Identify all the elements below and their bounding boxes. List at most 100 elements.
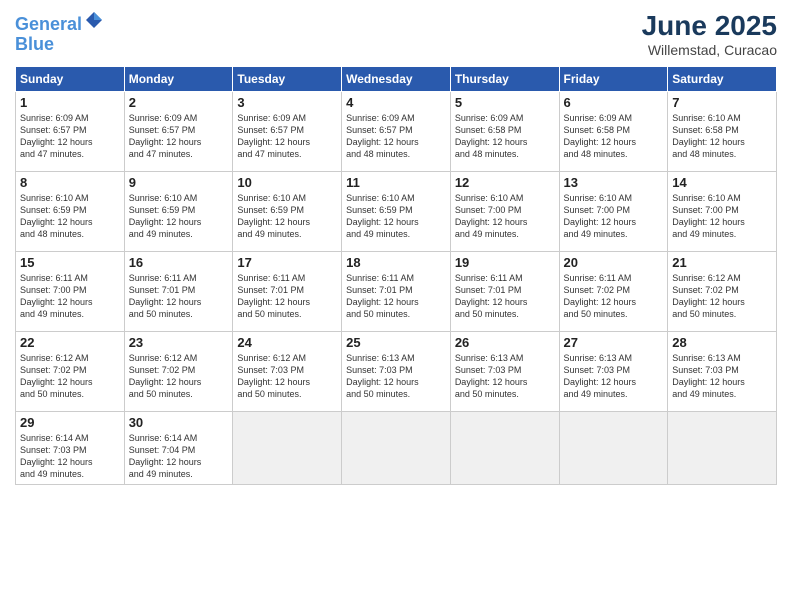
day-info: Sunrise: 6:10 AMSunset: 7:00 PMDaylight:… xyxy=(455,192,555,241)
day-number: 11 xyxy=(346,175,446,190)
table-row: 11 Sunrise: 6:10 AMSunset: 6:59 PMDayligh… xyxy=(342,172,451,252)
table-row: 22 Sunrise: 6:12 AMSunset: 7:02 PMDayligh… xyxy=(16,332,125,412)
day-info: Sunrise: 6:12 AMSunset: 7:02 PMDaylight:… xyxy=(20,352,120,401)
day-info: Sunrise: 6:13 AMSunset: 7:03 PMDaylight:… xyxy=(455,352,555,401)
day-info: Sunrise: 6:09 AMSunset: 6:57 PMDaylight:… xyxy=(346,112,446,161)
day-number: 21 xyxy=(672,255,772,270)
day-info: Sunrise: 6:11 AMSunset: 7:01 PMDaylight:… xyxy=(129,272,229,321)
table-row: 13 Sunrise: 6:10 AMSunset: 7:00 PMDayligh… xyxy=(559,172,668,252)
day-info: Sunrise: 6:11 AMSunset: 7:01 PMDaylight:… xyxy=(455,272,555,321)
day-info: Sunrise: 6:13 AMSunset: 7:03 PMDaylight:… xyxy=(564,352,664,401)
day-info: Sunrise: 6:10 AMSunset: 7:00 PMDaylight:… xyxy=(564,192,664,241)
day-info: Sunrise: 6:13 AMSunset: 7:03 PMDaylight:… xyxy=(346,352,446,401)
table-row: 8 Sunrise: 6:10 AMSunset: 6:59 PMDaylight… xyxy=(16,172,125,252)
day-number: 22 xyxy=(20,335,120,350)
day-number: 26 xyxy=(455,335,555,350)
table-row: 27 Sunrise: 6:13 AMSunset: 7:03 PMDayligh… xyxy=(559,332,668,412)
day-number: 1 xyxy=(20,95,120,110)
col-friday: Friday xyxy=(559,67,668,92)
table-row: 19 Sunrise: 6:11 AMSunset: 7:01 PMDayligh… xyxy=(450,252,559,332)
table-row: 14 Sunrise: 6:10 AMSunset: 7:00 PMDayligh… xyxy=(668,172,777,252)
day-number: 17 xyxy=(237,255,337,270)
day-number: 24 xyxy=(237,335,337,350)
logo-blue: Blue xyxy=(15,35,104,55)
day-info: Sunrise: 6:10 AMSunset: 7:00 PMDaylight:… xyxy=(672,192,772,241)
table-row: 24 Sunrise: 6:12 AMSunset: 7:03 PMDayligh… xyxy=(233,332,342,412)
col-thursday: Thursday xyxy=(450,67,559,92)
table-row xyxy=(233,412,342,485)
logo-text: General xyxy=(15,10,104,35)
day-info: Sunrise: 6:13 AMSunset: 7:03 PMDaylight:… xyxy=(672,352,772,401)
day-number: 13 xyxy=(564,175,664,190)
day-number: 9 xyxy=(129,175,229,190)
table-row: 29Sunrise: 6:14 AMSunset: 7:03 PMDayligh… xyxy=(16,412,125,485)
table-row xyxy=(668,412,777,485)
table-row: 18 Sunrise: 6:11 AMSunset: 7:01 PMDayligh… xyxy=(342,252,451,332)
month-title: June 2025 xyxy=(642,10,777,42)
table-row: 15Sunrise: 6:11 AMSunset: 7:00 PMDayligh… xyxy=(16,252,125,332)
table-row: 9 Sunrise: 6:10 AMSunset: 6:59 PMDaylight… xyxy=(124,172,233,252)
day-number: 20 xyxy=(564,255,664,270)
day-info: Sunrise: 6:11 AMSunset: 7:00 PMDaylight:… xyxy=(20,272,120,321)
table-row: 17 Sunrise: 6:11 AMSunset: 7:01 PMDayligh… xyxy=(233,252,342,332)
table-row: 28 Sunrise: 6:13 AMSunset: 7:03 PMDayligh… xyxy=(668,332,777,412)
table-row xyxy=(450,412,559,485)
calendar-header-row: Sunday Monday Tuesday Wednesday Thursday… xyxy=(16,67,777,92)
day-number: 14 xyxy=(672,175,772,190)
table-row xyxy=(342,412,451,485)
table-row: 26 Sunrise: 6:13 AMSunset: 7:03 PMDayligh… xyxy=(450,332,559,412)
logo-general: General xyxy=(15,14,82,34)
day-info: Sunrise: 6:14 AMSunset: 7:04 PMDaylight:… xyxy=(129,432,229,481)
day-number: 19 xyxy=(455,255,555,270)
logo-icon xyxy=(84,10,104,30)
day-info: Sunrise: 6:12 AMSunset: 7:03 PMDaylight:… xyxy=(237,352,337,401)
day-info: Sunrise: 6:10 AMSunset: 6:59 PMDaylight:… xyxy=(237,192,337,241)
table-row: 6 Sunrise: 6:09 AMSunset: 6:58 PMDaylight… xyxy=(559,92,668,172)
day-number: 23 xyxy=(129,335,229,350)
table-row: 10 Sunrise: 6:10 AMSunset: 6:59 PMDayligh… xyxy=(233,172,342,252)
table-row: 20 Sunrise: 6:11 AMSunset: 7:02 PMDayligh… xyxy=(559,252,668,332)
table-row: 2 Sunrise: 6:09 AMSunset: 6:57 PMDaylight… xyxy=(124,92,233,172)
day-number: 28 xyxy=(672,335,772,350)
table-row: 7 Sunrise: 6:10 AMSunset: 6:58 PMDaylight… xyxy=(668,92,777,172)
day-number: 6 xyxy=(564,95,664,110)
day-number: 10 xyxy=(237,175,337,190)
day-info: Sunrise: 6:09 AMSunset: 6:58 PMDaylight:… xyxy=(455,112,555,161)
table-row: 1Sunrise: 6:09 AMSunset: 6:57 PMDaylight… xyxy=(16,92,125,172)
header: General Blue June 2025 Willemstad, Curac… xyxy=(15,10,777,58)
day-info: Sunrise: 6:09 AMSunset: 6:57 PMDaylight:… xyxy=(129,112,229,161)
day-number: 7 xyxy=(672,95,772,110)
day-info: Sunrise: 6:10 AMSunset: 6:58 PMDaylight:… xyxy=(672,112,772,161)
day-info: Sunrise: 6:10 AMSunset: 6:59 PMDaylight:… xyxy=(129,192,229,241)
day-info: Sunrise: 6:11 AMSunset: 7:01 PMDaylight:… xyxy=(237,272,337,321)
day-info: Sunrise: 6:09 AMSunset: 6:58 PMDaylight:… xyxy=(564,112,664,161)
table-row: 25 Sunrise: 6:13 AMSunset: 7:03 PMDayligh… xyxy=(342,332,451,412)
logo: General Blue xyxy=(15,10,104,55)
calendar-table: Sunday Monday Tuesday Wednesday Thursday… xyxy=(15,66,777,485)
table-row: 3 Sunrise: 6:09 AMSunset: 6:57 PMDaylight… xyxy=(233,92,342,172)
day-number: 27 xyxy=(564,335,664,350)
day-info: Sunrise: 6:09 AMSunset: 6:57 PMDaylight:… xyxy=(237,112,337,161)
day-number: 25 xyxy=(346,335,446,350)
table-row xyxy=(559,412,668,485)
title-block: June 2025 Willemstad, Curacao xyxy=(642,10,777,58)
table-row: 16 Sunrise: 6:11 AMSunset: 7:01 PMDayligh… xyxy=(124,252,233,332)
day-number: 2 xyxy=(129,95,229,110)
day-number: 16 xyxy=(129,255,229,270)
day-number: 5 xyxy=(455,95,555,110)
day-info: Sunrise: 6:10 AMSunset: 6:59 PMDaylight:… xyxy=(20,192,120,241)
day-number: 3 xyxy=(237,95,337,110)
col-tuesday: Tuesday xyxy=(233,67,342,92)
day-info: Sunrise: 6:11 AMSunset: 7:02 PMDaylight:… xyxy=(564,272,664,321)
day-info: Sunrise: 6:11 AMSunset: 7:01 PMDaylight:… xyxy=(346,272,446,321)
day-info: Sunrise: 6:12 AMSunset: 7:02 PMDaylight:… xyxy=(129,352,229,401)
day-number: 30 xyxy=(129,415,229,430)
day-info: Sunrise: 6:14 AMSunset: 7:03 PMDaylight:… xyxy=(20,432,120,481)
day-number: 8 xyxy=(20,175,120,190)
day-info: Sunrise: 6:10 AMSunset: 6:59 PMDaylight:… xyxy=(346,192,446,241)
day-number: 18 xyxy=(346,255,446,270)
page: General Blue June 2025 Willemstad, Curac… xyxy=(0,0,792,612)
day-number: 12 xyxy=(455,175,555,190)
table-row: 23 Sunrise: 6:12 AMSunset: 7:02 PMDayligh… xyxy=(124,332,233,412)
col-sunday: Sunday xyxy=(16,67,125,92)
